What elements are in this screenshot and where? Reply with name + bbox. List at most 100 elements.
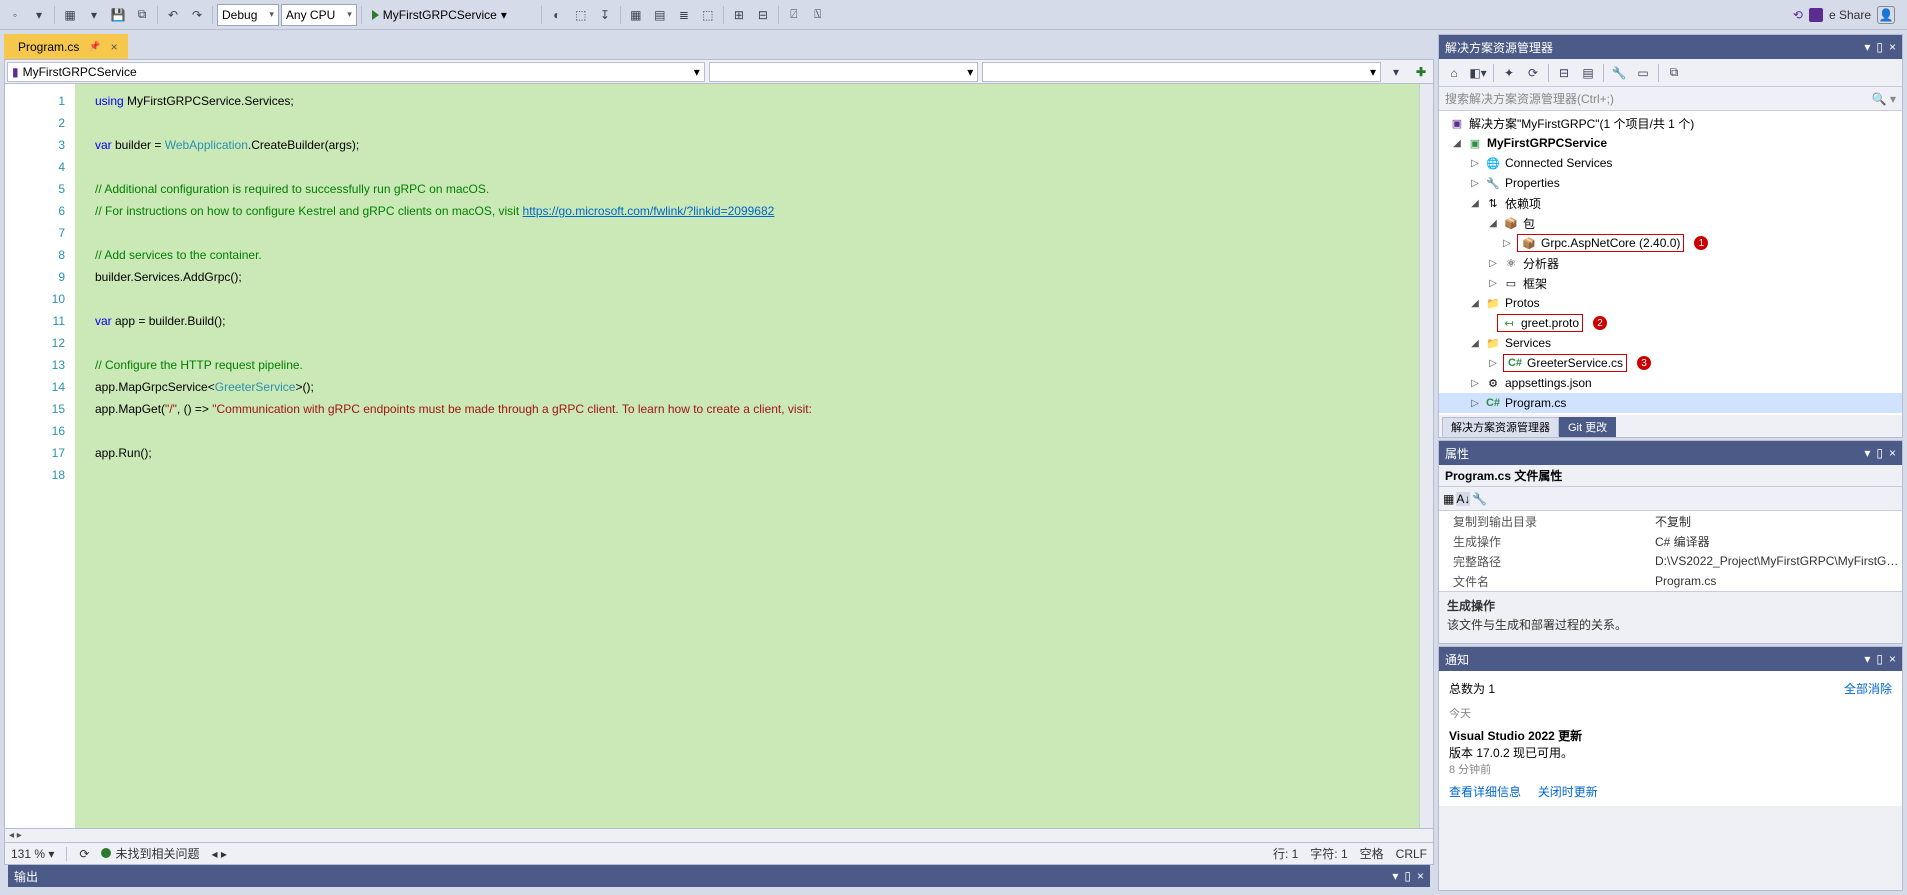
sln-refresh-icon[interactable]: ⟳ — [1522, 62, 1544, 84]
platform-combo[interactable]: Any CPU▾ — [281, 4, 357, 26]
tb-misc-9[interactable]: ⊟ — [752, 4, 774, 26]
sln-showall-icon[interactable]: ▤ — [1577, 62, 1599, 84]
output-dropdown-icon[interactable]: ▾ — [1392, 869, 1398, 883]
tb-misc-2[interactable]: ⬚ — [570, 4, 592, 26]
live-share-button[interactable]: ⟲ e Share 👤 — [1793, 6, 1903, 24]
output-pin-icon[interactable]: ▯ — [1404, 869, 1411, 883]
close-icon[interactable]: × — [111, 40, 118, 54]
sln-collapse-icon[interactable]: ⊟ — [1553, 62, 1575, 84]
code-editor[interactable]: 123456789101112131415161718 using MyFirs… — [4, 84, 1434, 829]
properties-subtitle: Program.cs 文件属性 — [1439, 465, 1902, 487]
tb-misc-5[interactable]: ▤ — [649, 4, 671, 26]
editor-nav-bar: ▮ MyFirstGRPCService ▾ ▾ ▾ ▾ ✚ — [4, 59, 1434, 84]
zoom-combo[interactable]: 131 % ▾ — [11, 847, 54, 861]
notif-details-link[interactable]: 查看详细信息 — [1449, 785, 1521, 799]
properties-header[interactable]: 属性 ▾▯× — [1439, 441, 1902, 465]
editor-status-bar: 131 % ▾ ⟳ 未找到相关问题 ◂ ▸ 行: 1 字符: 1 空格 CRLF — [4, 843, 1434, 865]
eol-mode[interactable]: CRLF — [1396, 847, 1427, 861]
tb-misc-10[interactable]: ⍁ — [783, 4, 805, 26]
notif-item-title: Visual Studio 2022 更新 — [1449, 727, 1892, 744]
sln-sync-icon[interactable]: ✦ — [1498, 62, 1520, 84]
notif-update-link[interactable]: 关闭时更新 — [1538, 785, 1598, 799]
tree-protos-folder[interactable]: ◢📁Protos — [1439, 293, 1902, 313]
tb-misc-11[interactable]: ⍂ — [807, 4, 829, 26]
nav-fwd-icon[interactable]: ▾ — [28, 4, 50, 26]
output-panel-header[interactable]: 输出 ▾ ▯ × — [8, 865, 1430, 887]
prop-wrench-icon[interactable]: 🔧 — [1472, 492, 1487, 506]
prop-cat-icon[interactable]: ▦ — [1443, 492, 1454, 506]
badge-3: 3 — [1637, 356, 1651, 370]
solution-tree[interactable]: ▣解决方案"MyFirstGRPC"(1 个项目/共 1 个) ◢▣MyFirs… — [1439, 111, 1902, 415]
split-add-button[interactable]: ✚ — [1411, 62, 1431, 82]
pin-icon[interactable]: 📌 — [89, 41, 100, 52]
save-icon[interactable]: 💾 — [107, 4, 129, 26]
solution-explorer-header[interactable]: 解决方案资源管理器 ▾▯× — [1439, 35, 1902, 59]
tree-dependencies[interactable]: ◢⇅依赖项 — [1439, 193, 1902, 213]
redo-icon[interactable]: ↷ — [186, 4, 208, 26]
output-close-icon[interactable]: × — [1417, 869, 1424, 883]
solution-bottom-tabs: 解决方案资源管理器 Git 更改 — [1439, 415, 1902, 437]
open-icon[interactable]: ▾ — [83, 4, 105, 26]
tree-greet-proto[interactable]: ↤greet.proto2 — [1439, 313, 1902, 333]
member-combo[interactable]: ▾ — [982, 62, 1381, 82]
tree-services-folder[interactable]: ◢📁Services — [1439, 333, 1902, 353]
config-combo[interactable]: Debug▾ — [217, 4, 279, 26]
nav-back-icon[interactable]: ◦ — [4, 4, 26, 26]
undo-icon[interactable]: ↶ — [162, 4, 184, 26]
start-no-debug-icon[interactable] — [515, 4, 537, 26]
tree-frameworks[interactable]: ▷▭框架 — [1439, 273, 1902, 293]
tree-analyzers[interactable]: ▷⚛分析器 — [1439, 253, 1902, 273]
tb-misc-3[interactable]: ↧ — [594, 4, 616, 26]
tab-solution-explorer[interactable]: 解决方案资源管理器 — [1442, 417, 1559, 437]
main-toolbar: ◦ ▾ ▦ ▾ 💾 ⧉ ↶ ↷ Debug▾ Any CPU▾ MyFirstG… — [0, 0, 1907, 30]
sln-home-icon[interactable]: ⌂ — [1443, 62, 1465, 84]
nav-issues-prev[interactable]: ⟳ — [79, 847, 89, 861]
tree-connected-services[interactable]: ▷🌐Connected Services — [1439, 153, 1902, 173]
sln-preview-icon[interactable]: ▭ — [1632, 62, 1654, 84]
type-combo[interactable]: ▾ — [709, 62, 979, 82]
issues-nav[interactable]: ◂ ▸ — [211, 847, 226, 861]
tb-misc-1[interactable]: ◐ — [546, 4, 568, 26]
tb-misc-4[interactable]: ▦ — [625, 4, 647, 26]
tb-misc-7[interactable]: ⬚ — [697, 4, 719, 26]
tb-misc-8[interactable]: ⊞ — [728, 4, 750, 26]
tree-appsettings[interactable]: ▷⚙appsettings.json — [1439, 373, 1902, 393]
tree-solution-root[interactable]: ▣解决方案"MyFirstGRPC"(1 个项目/共 1 个) — [1439, 113, 1902, 133]
tab-git-changes[interactable]: Git 更改 — [1559, 417, 1616, 437]
notifications-header[interactable]: 通知 ▾▯× — [1439, 647, 1902, 671]
notif-item-line2: 版本 17.0.2 现已可用。 — [1449, 744, 1892, 761]
start-debug-button[interactable]: MyFirstGRPCService ▾ — [366, 4, 513, 26]
new-item-icon[interactable]: ▦ — [59, 4, 81, 26]
play-icon — [372, 10, 379, 20]
nav-dropdown-extra[interactable]: ▾ — [1385, 61, 1407, 83]
solution-explorer-panel: 解决方案资源管理器 ▾▯× ⌂ ◧▾ ✦ ⟳ ⊟ ▤ 🔧 ▭ ⧉ — [1438, 34, 1903, 438]
code-area[interactable]: using MyFirstGRPCService.Services;var bu… — [75, 84, 1419, 828]
badge-1: 1 — [1694, 236, 1708, 250]
document-tab-bar: Program.cs 📌 × — [4, 34, 1434, 59]
scrollbar[interactable] — [1419, 84, 1433, 828]
caret-col: 字符: 1 — [1310, 845, 1347, 862]
tree-program-cs[interactable]: ▷C#Program.cs — [1439, 393, 1902, 413]
solution-search[interactable]: 搜索解决方案资源管理器(Ctrl+;) 🔍 ▾ — [1439, 87, 1902, 111]
tab-program-cs[interactable]: Program.cs 📌 × — [4, 34, 128, 59]
notif-clear-all[interactable]: 全部消除 — [1844, 680, 1892, 697]
prop-alpha-icon[interactable]: A↓ — [1456, 492, 1470, 506]
sln-properties-icon[interactable]: 🔧 — [1608, 62, 1630, 84]
tree-properties[interactable]: ▷🔧Properties — [1439, 173, 1902, 193]
tree-project[interactable]: ◢▣MyFirstGRPCService — [1439, 133, 1902, 153]
tb-misc-6[interactable]: ≣ — [673, 4, 695, 26]
save-all-icon[interactable]: ⧉ — [131, 4, 153, 26]
hscroll-area[interactable]: ◂ ▸ — [4, 829, 1434, 843]
indent-mode[interactable]: 空格 — [1360, 845, 1384, 862]
tree-packages[interactable]: ◢📦包 — [1439, 213, 1902, 233]
notif-total: 总数为 1 — [1449, 680, 1495, 697]
sln-view-icon[interactable]: ⧉ — [1663, 62, 1685, 84]
properties-grid[interactable]: 复制到输出目录不复制生成操作C# 编译器完整路径D:\VS2022_Projec… — [1439, 511, 1902, 591]
badge-2: 2 — [1593, 316, 1607, 330]
sln-switch-icon[interactable]: ◧▾ — [1467, 62, 1489, 84]
tree-grpc-package[interactable]: ▷📦Grpc.AspNetCore (2.40.0)1 — [1439, 233, 1902, 253]
issue-status[interactable]: 未找到相关问题 — [101, 845, 199, 862]
notif-today: 今天 — [1449, 705, 1892, 721]
scope-combo[interactable]: ▮ MyFirstGRPCService ▾ — [7, 62, 705, 82]
tree-greeter-service[interactable]: ▷C#GreeterService.cs3 — [1439, 353, 1902, 373]
